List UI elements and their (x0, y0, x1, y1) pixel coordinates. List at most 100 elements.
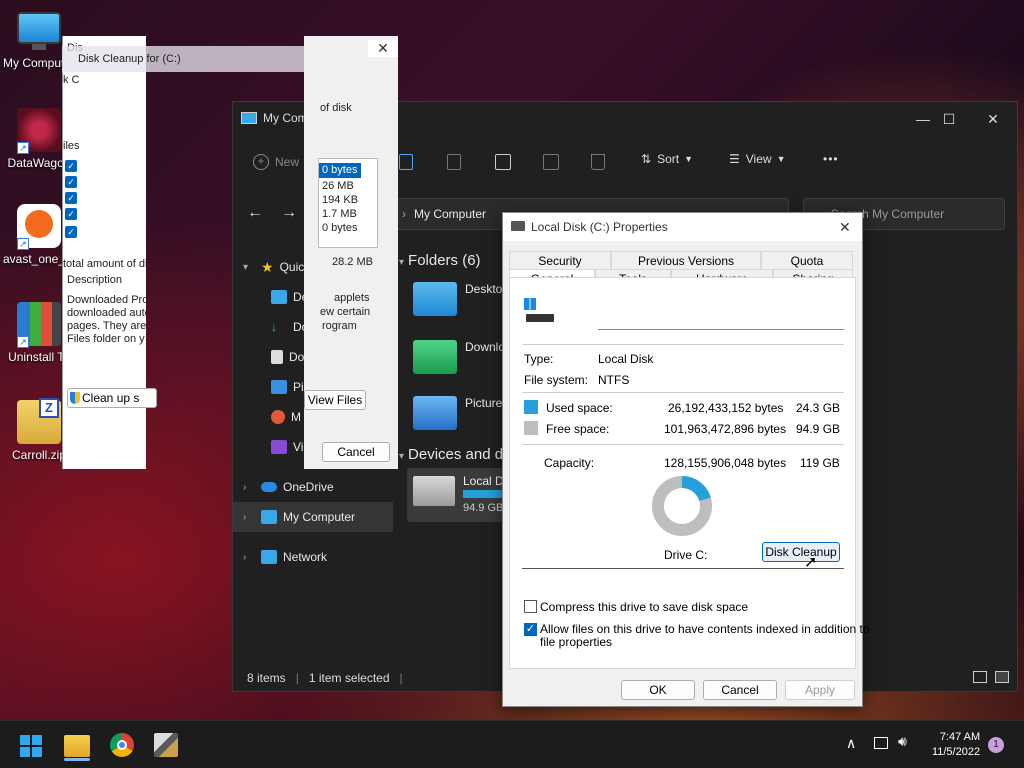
size-value: 194 KB (322, 194, 359, 206)
computer-icon (261, 510, 277, 524)
disk-cleanup-window-left: Dis k C iles ✓ ✓ ✓ ✓ ✓ total amount of d… (62, 36, 157, 469)
file-size-list[interactable]: 0 bytes 26 MB 194 KB 1.7 MB 0 bytes (318, 158, 378, 248)
ok-button[interactable]: OK (621, 680, 695, 700)
total-size-value: 28.2 MB (332, 256, 373, 268)
pictures-icon (271, 380, 287, 394)
network-tray-icon[interactable] (874, 737, 888, 749)
copy-icon[interactable] (399, 154, 413, 170)
nav-onedrive[interactable]: › OneDrive (233, 472, 393, 502)
share-icon[interactable] (543, 154, 559, 170)
new-button[interactable]: + New (253, 154, 299, 170)
chrome-taskbar-icon[interactable] (110, 733, 134, 757)
devices-heading[interactable]: ▾ Devices and d (399, 446, 503, 463)
paste-icon[interactable] (447, 154, 461, 170)
file-checkbox-5[interactable]: ✓ (65, 226, 77, 238)
folder-downloads[interactable]: Downlo (413, 340, 505, 374)
rename-icon[interactable] (495, 154, 511, 170)
free-space-label: Free space: (546, 422, 610, 436)
disk-cleanup-cancel-button[interactable]: Cancel (322, 442, 390, 462)
disk-cleanup-text-fragment: k C (63, 74, 80, 86)
desktop-folder-icon (271, 290, 287, 304)
forward-button[interactable]: → (281, 204, 297, 222)
size-value: 1.7 MB (322, 208, 357, 220)
sort-button[interactable]: ⇅ Sort ▼ (641, 152, 693, 166)
shortcut-arrow-icon: ↗ (17, 336, 29, 348)
chevron-down-icon: ▾ (399, 257, 405, 268)
folder-desktop[interactable]: Desktop (413, 282, 509, 316)
clock-time[interactable]: 7:47 AM (928, 731, 992, 743)
used-space-swatch (524, 400, 538, 414)
downloads-folder-icon (413, 340, 457, 374)
file-checkbox-4[interactable]: ✓ (65, 208, 77, 220)
start-button[interactable] (20, 735, 42, 757)
clock-date[interactable]: 11/5/2022 (920, 746, 992, 758)
more-options-button[interactable]: ••• (823, 152, 839, 166)
used-space-label: Used space: (546, 401, 613, 415)
datawagon-icon: ↗ (17, 108, 61, 154)
clean-up-system-files-button[interactable]: Clean up s (67, 388, 157, 408)
total-amount-fragment: total amount of dis (63, 258, 147, 270)
size-value: 0 bytes (322, 222, 358, 234)
description-line: ew certain (320, 306, 371, 318)
divider (522, 568, 844, 569)
files-label-fragment: iles (63, 140, 80, 152)
divider (522, 444, 844, 445)
nav-network[interactable]: › Network (233, 542, 393, 572)
properties-close-button[interactable]: ✕ (839, 219, 851, 236)
view-button[interactable]: ☰ View ▼ (729, 152, 785, 166)
disk-cleanup-button[interactable]: Disk Cleanup (762, 542, 840, 562)
cancel-button[interactable]: Cancel (703, 680, 777, 700)
compress-drive-checkbox[interactable] (524, 600, 537, 613)
maximize-button[interactable]: ☐ (931, 108, 967, 130)
folders-heading[interactable]: ▾ Folders (6) (399, 252, 481, 269)
show-hidden-icons-button[interactable]: ∧ (846, 735, 856, 752)
chevron-right-icon: › (243, 511, 247, 523)
capacity-label: Capacity: (544, 456, 595, 470)
nav-my-computer[interactable]: › My Computer (233, 502, 393, 532)
uninstall-tool-icon: ↗ (17, 302, 61, 348)
back-button[interactable]: ← (247, 204, 263, 222)
notification-badge[interactable]: 1 (988, 737, 1004, 753)
view-icon: ☰ (729, 152, 740, 166)
document-icon (271, 350, 283, 364)
zip-folder-icon: Z (17, 398, 61, 444)
videos-icon (271, 440, 287, 454)
volume-tray-icon[interactable]: 🔊︎ (898, 733, 907, 750)
file-explorer-taskbar-icon[interactable] (64, 735, 90, 761)
description-label: Description (67, 274, 123, 286)
tab-previous-versions[interactable]: Previous Versions (611, 251, 761, 269)
of-disk-fragment: of disk (320, 102, 352, 114)
disk-cleanup-taskbar-icon[interactable] (154, 733, 178, 757)
file-checkbox-2[interactable]: ✓ (65, 176, 77, 188)
status-item-count: 8 items (247, 671, 286, 685)
view-files-button[interactable]: View Files (304, 390, 366, 410)
close-button[interactable]: ✕ (975, 108, 1011, 130)
file-checkbox-1[interactable]: ✓ (65, 160, 77, 172)
tab-quota[interactable]: Quota (761, 251, 853, 269)
file-system-value: NTFS (598, 373, 630, 387)
allow-indexing-checkbox[interactable]: ✓ (524, 623, 537, 636)
description-line: downloaded auto (67, 307, 147, 319)
drive-label-input[interactable] (598, 308, 844, 330)
free-space-gb: 94.9 GB (796, 422, 841, 436)
pictures-folder-icon (413, 396, 457, 430)
properties-titlebar[interactable]: Local Disk (C:) Properties (503, 213, 862, 241)
disk-cleanup-close-button[interactable]: ✕ (368, 40, 398, 57)
drive-icon (511, 221, 525, 231)
tiles-view-icon[interactable] (995, 671, 1009, 683)
free-space-swatch (524, 421, 538, 435)
delete-icon[interactable] (591, 154, 605, 170)
folder-pictures[interactable]: Pictures (413, 396, 508, 430)
drive-tile-c[interactable]: Local D 94.9 GB (407, 468, 507, 522)
status-selected-count: 1 item selected (308, 671, 390, 685)
shield-icon (70, 392, 80, 404)
type-label: Type: (524, 352, 554, 366)
tab-security[interactable]: Security (509, 251, 611, 269)
details-view-icon[interactable] (973, 671, 987, 683)
compress-drive-label: Compress this drive to save disk space (540, 600, 749, 614)
apply-button[interactable]: Apply (785, 680, 855, 700)
network-icon (261, 550, 277, 564)
file-checkbox-3[interactable]: ✓ (65, 192, 77, 204)
drive-free-space: 94.9 GB (463, 502, 504, 514)
drive-icon (413, 476, 455, 506)
